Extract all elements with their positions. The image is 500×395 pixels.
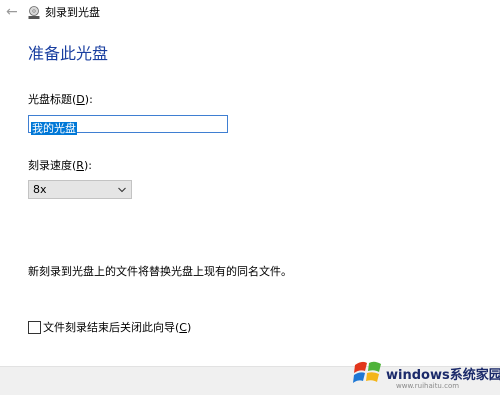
chevron-down-icon (118, 187, 126, 193)
disc-title-value: 我的光盘 (31, 122, 77, 135)
disc-title-label: 光盘标题(D): (28, 93, 93, 106)
replace-files-notice: 新刻录到光盘上的文件将替换光盘上现有的同名文件。 (28, 265, 292, 278)
watermark-brand: windows系统家园 (386, 368, 500, 383)
page-heading: 准备此光盘 (28, 44, 109, 63)
burn-speed-dropdown[interactable]: 8x (28, 180, 132, 199)
back-arrow-icon[interactable]: ← (6, 5, 18, 19)
close-wizard-checkbox[interactable] (28, 321, 41, 334)
window-title: 刻录到光盘 (45, 6, 100, 19)
close-wizard-label[interactable]: 文件刻录结束后关闭此向导(C) (43, 321, 191, 334)
burn-speed-value: 8x (33, 183, 47, 196)
burn-speed-label: 刻录速度(R): (28, 159, 92, 172)
windows-logo-icon (353, 361, 381, 383)
disc-title-input[interactable]: 我的光盘 (28, 115, 228, 135)
title-bar: ← 刻录到光盘 (0, 0, 500, 28)
watermark-url: www.ruihaitu.com (396, 382, 460, 390)
disc-burn-icon (28, 6, 40, 19)
